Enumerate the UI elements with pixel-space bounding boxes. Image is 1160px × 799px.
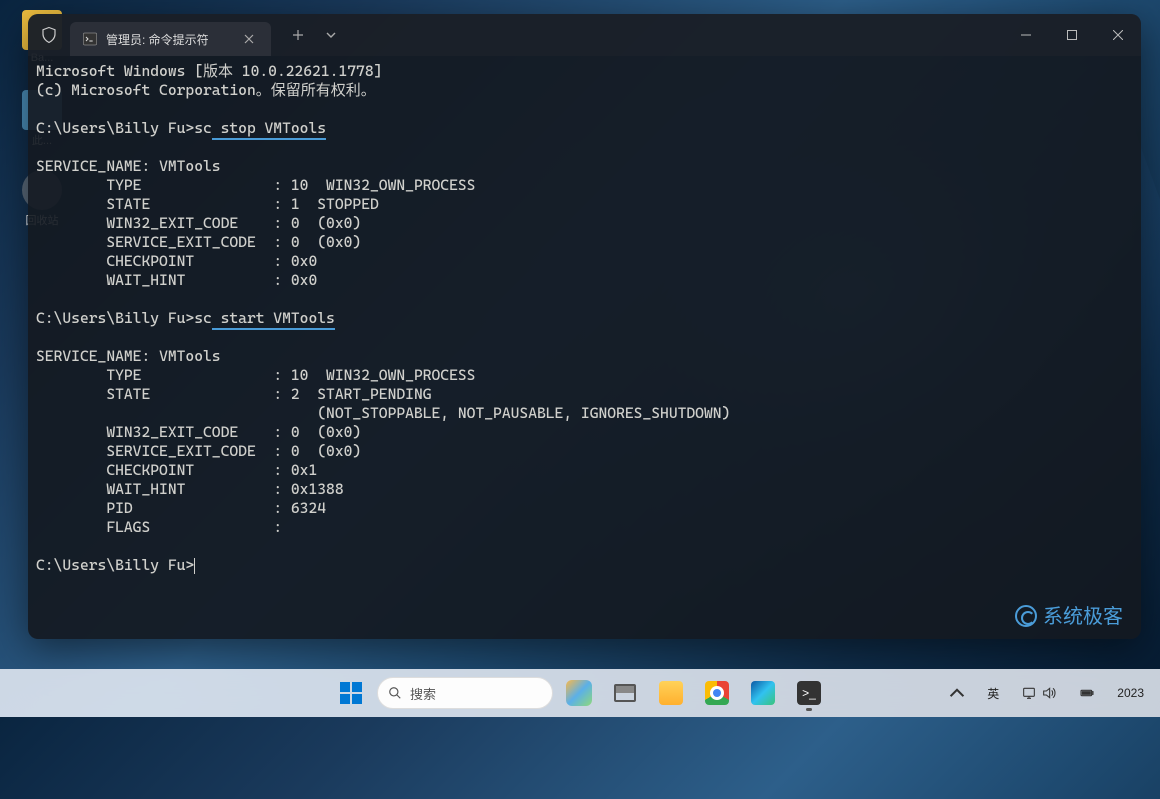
chrome-icon	[705, 681, 729, 705]
field-value: : 1 STOPPED	[273, 195, 378, 213]
field-label: WIN32_EXIT_CODE	[106, 214, 238, 232]
field-label: CHECKPOINT	[106, 252, 194, 270]
tab-dropdown-button[interactable]	[317, 20, 345, 50]
command-text: sc	[194, 119, 212, 137]
search-placeholder: 搜索	[410, 684, 436, 703]
tray-battery[interactable]	[1073, 681, 1101, 705]
taskbar-file-explorer[interactable]	[651, 673, 691, 713]
field-value: : 10 WIN32_OWN_PROCESS	[273, 176, 475, 194]
field-label: SERVICE_EXIT_CODE	[106, 442, 255, 460]
tab-title: 管理员: 命令提示符	[106, 31, 209, 48]
field-label: TYPE	[106, 176, 141, 194]
taskbar-chrome[interactable]	[697, 673, 737, 713]
terminal-tab[interactable]: 管理员: 命令提示符	[70, 22, 271, 56]
field-value: : 2 START_PENDING	[273, 385, 431, 403]
chevron-down-icon	[326, 30, 336, 40]
minimize-button[interactable]	[1003, 19, 1049, 51]
command-highlight: start VMTools	[212, 309, 335, 330]
battery-icon	[1079, 685, 1095, 701]
terminal-icon: >_	[797, 681, 821, 705]
close-icon	[244, 34, 254, 44]
plus-icon	[292, 29, 304, 41]
maximize-button[interactable]	[1049, 19, 1095, 51]
clock-year: 2023	[1117, 686, 1144, 700]
field-label: PID	[106, 499, 132, 517]
prompt: C:\Users\Billy Fu>	[36, 556, 194, 574]
watermark: 系统极客	[1015, 605, 1123, 627]
maximize-icon	[1067, 30, 1077, 40]
cmd-icon	[82, 31, 98, 47]
field-label: CHECKPOINT	[106, 461, 194, 479]
start-button[interactable]	[331, 673, 371, 713]
taskbar: 搜索 >_ 英 2023	[0, 669, 1160, 717]
active-indicator	[806, 708, 812, 711]
edge-icon	[751, 681, 775, 705]
terminal-output[interactable]: Microsoft Windows [版本 10.0.22621.1778] (…	[28, 56, 1141, 639]
field-value: (NOT_STOPPABLE, NOT_PAUSABLE, IGNORES_SH…	[317, 404, 730, 422]
field-value: : 0x0	[273, 271, 317, 289]
tray-quick-settings[interactable]	[1015, 681, 1063, 705]
taskview-icon	[614, 684, 636, 702]
field-label: WAIT_HINT	[106, 480, 185, 498]
tray-overflow-button[interactable]	[943, 681, 971, 705]
field-value: : 0 (0x0)	[273, 442, 361, 460]
svc-name-label: SERVICE_NAME:	[36, 157, 150, 175]
prompt: C:\Users\Billy Fu>	[36, 119, 194, 137]
taskbar-edge[interactable]	[743, 673, 783, 713]
window-controls	[1003, 19, 1141, 51]
field-label: SERVICE_EXIT_CODE	[106, 233, 255, 251]
close-icon	[1113, 30, 1123, 40]
svc-name: VMTools	[159, 157, 221, 175]
terminal-window: 管理员: 命令提示符 Microsoft Windows [版本 10.0.22…	[28, 14, 1141, 639]
field-value: : 0x1388	[273, 480, 343, 498]
tab-close-button[interactable]	[237, 27, 261, 51]
svc-name: VMTools	[159, 347, 221, 365]
close-button[interactable]	[1095, 19, 1141, 51]
field-label: FLAGS	[106, 518, 150, 536]
uac-shield-icon	[28, 26, 70, 44]
watermark-text: 系统极客	[1043, 607, 1123, 626]
field-value: : 6324	[273, 499, 326, 517]
field-label: WIN32_EXIT_CODE	[106, 423, 238, 441]
watermark-icon	[1015, 605, 1037, 627]
task-view-button[interactable]	[605, 673, 645, 713]
header-line: Microsoft Windows [版本 10.0.22621.1778]	[36, 62, 382, 80]
widgets-icon	[566, 680, 592, 706]
titlebar[interactable]: 管理员: 命令提示符	[28, 14, 1141, 56]
clock-area[interactable]: 2023	[1111, 682, 1150, 704]
header-line: (c) Microsoft Corporation。保留所有权利。	[36, 81, 376, 99]
volume-icon	[1041, 685, 1057, 701]
windows-logo-icon	[340, 682, 362, 704]
widgets-button[interactable]	[559, 673, 599, 713]
chevron-up-icon	[949, 685, 965, 701]
svc-name-label: SERVICE_NAME:	[36, 347, 150, 365]
prompt: C:\Users\Billy Fu>	[36, 309, 194, 327]
cursor	[194, 558, 195, 574]
field-value: : 0 (0x0)	[273, 214, 361, 232]
field-value: : 0x1	[273, 461, 317, 479]
taskbar-terminal[interactable]: >_	[789, 673, 829, 713]
field-label: STATE	[106, 195, 150, 213]
field-label: TYPE	[106, 366, 141, 384]
network-icon	[1021, 685, 1037, 701]
field-value: : 0x0	[273, 252, 317, 270]
field-value: : 0 (0x0)	[273, 233, 361, 251]
system-tray: 英 2023	[943, 681, 1150, 706]
command-highlight: stop VMTools	[212, 119, 326, 140]
new-tab-button[interactable]	[283, 20, 313, 50]
ime-indicator[interactable]: 英	[981, 681, 1005, 706]
field-label: WAIT_HINT	[106, 271, 185, 289]
field-value: :	[273, 518, 282, 536]
field-value: : 10 WIN32_OWN_PROCESS	[273, 366, 475, 384]
taskbar-search[interactable]: 搜索	[377, 677, 553, 709]
field-value: : 0 (0x0)	[273, 423, 361, 441]
search-icon	[388, 686, 402, 700]
field-label: STATE	[106, 385, 150, 403]
minimize-icon	[1021, 30, 1031, 40]
file-explorer-icon	[659, 681, 683, 705]
command-text: sc	[194, 309, 212, 327]
